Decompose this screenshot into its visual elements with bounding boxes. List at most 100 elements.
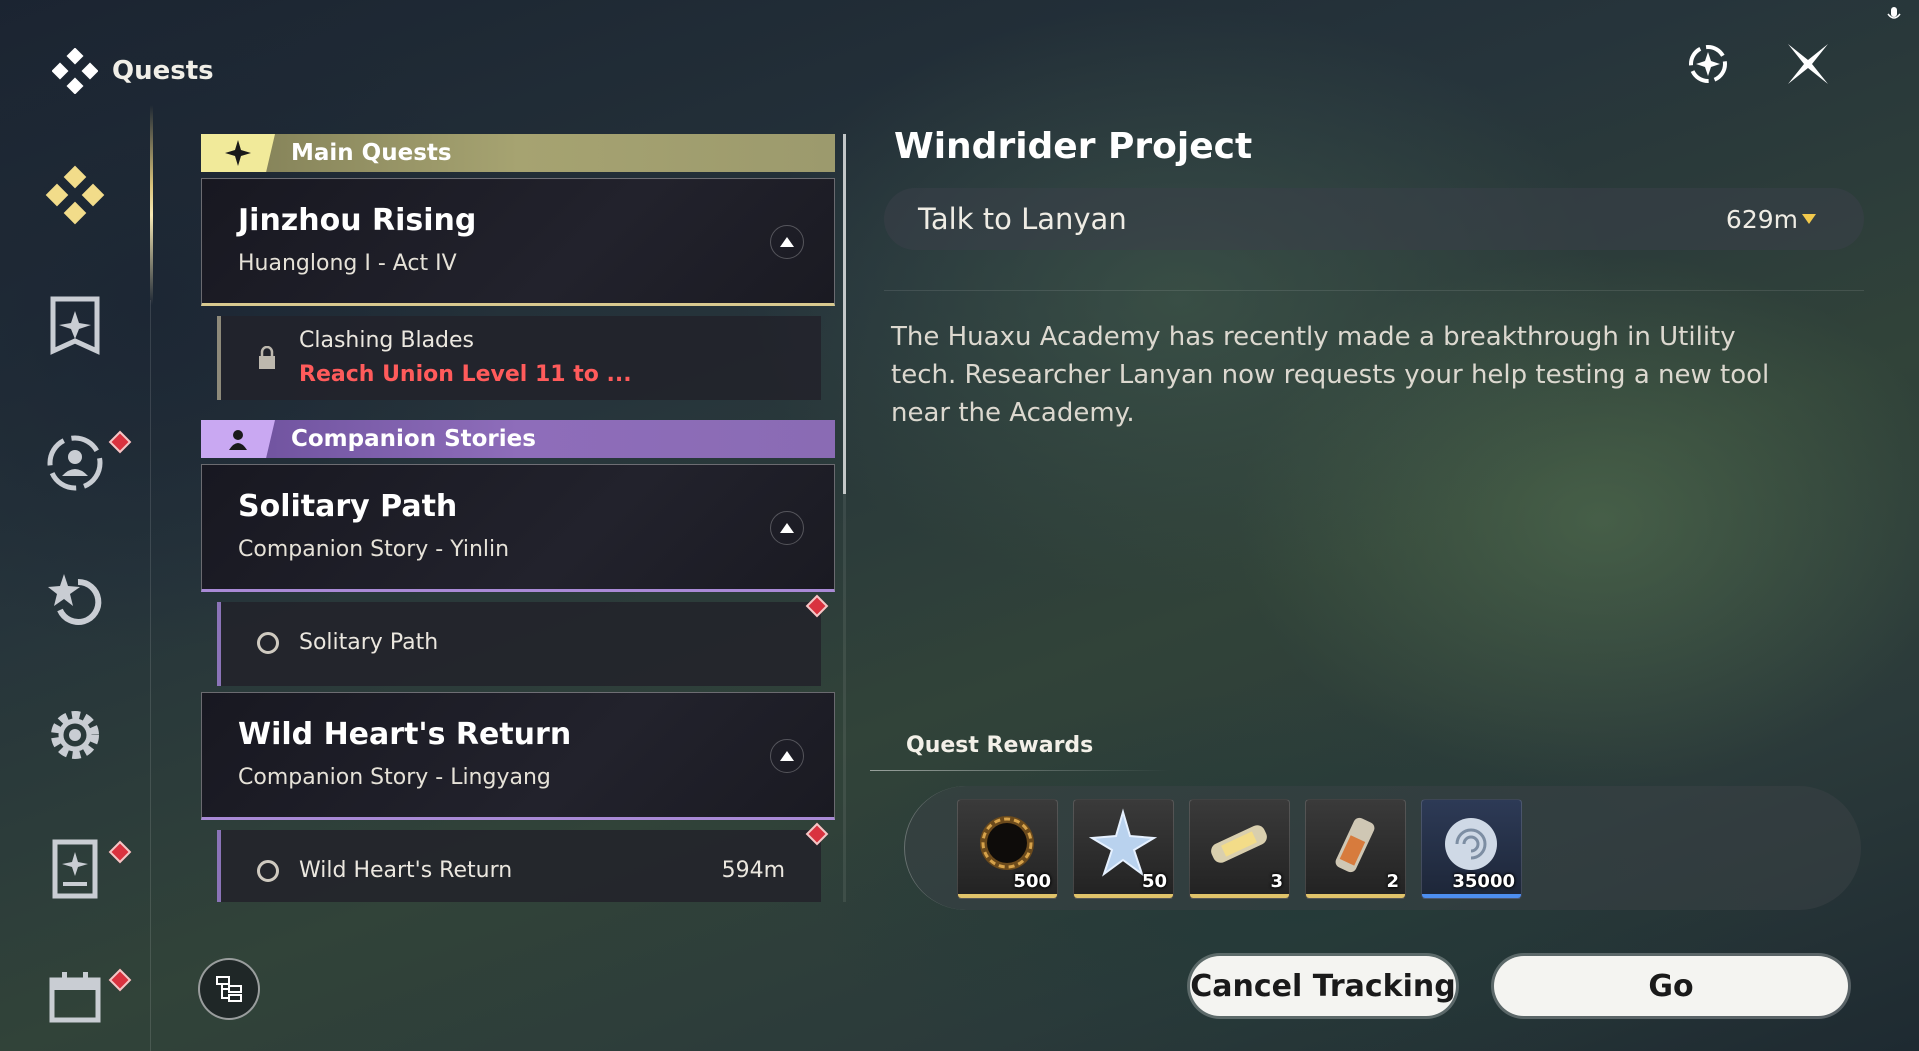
compass-target-icon <box>1689 45 1727 83</box>
companion-badge <box>201 420 275 458</box>
quest-tree-button[interactable] <box>198 958 260 1020</box>
go-button[interactable]: Go <box>1494 956 1848 1016</box>
quest-subtitle: Companion Story - Lingyang <box>238 765 551 790</box>
banner-shield-icon <box>50 296 100 355</box>
quest-card-wild-hearts-return[interactable]: Wild Heart's Return Companion Story - Li… <box>201 692 835 820</box>
subquest-wild-hearts-return[interactable]: Wild Heart's Return 594m <box>217 822 829 902</box>
alert-dot <box>108 840 132 864</box>
new-dot <box>805 594 829 618</box>
status-ring-icon <box>257 632 279 654</box>
tree-view-icon <box>216 976 242 1002</box>
quests-header: Quests <box>52 48 214 94</box>
quest-subtitle: Huanglong I - Act IV <box>238 251 457 276</box>
sidebar <box>0 120 150 1051</box>
sidebar-item-main-quests[interactable] <box>40 292 110 362</box>
quest-card-solitary-path[interactable]: Solitary Path Companion Story - Yinlin <box>201 464 835 592</box>
rewards-heading: Quest Rewards <box>906 733 1094 758</box>
rarity-bar <box>958 894 1057 898</box>
four-point-star-icon <box>225 140 251 166</box>
shell-credit-icon <box>1445 818 1497 870</box>
sidebar-divider <box>150 300 151 1051</box>
quest-title: Jinzhou Rising <box>238 203 477 238</box>
objective-text: Talk to Lanyan <box>918 202 1127 236</box>
subquest-title: Clashing Blades <box>299 328 475 353</box>
reward-item[interactable]: 3 <box>1189 799 1290 899</box>
rewards-underline <box>870 770 1170 771</box>
quest-card-jinzhou-rising[interactable]: Jinzhou Rising Huanglong I - Act IV <box>201 178 835 306</box>
cancel-tracking-button[interactable]: Cancel Tracking <box>1190 956 1456 1016</box>
category-label: Main Quests <box>291 140 452 166</box>
potion-vial-icon <box>1335 817 1375 873</box>
page-title: Quests <box>112 56 214 86</box>
quest-subtitle: Companion Story - Yinlin <box>238 537 510 562</box>
quests-icon <box>52 48 98 94</box>
reward-item[interactable]: 35000 <box>1421 799 1522 899</box>
caret-down-icon <box>1802 214 1816 224</box>
alert-dot <box>108 968 132 992</box>
rarity-bar <box>1074 894 1173 898</box>
chevron-up-icon <box>780 237 794 247</box>
alert-dot <box>108 430 132 454</box>
category-label: Companion Stories <box>291 426 536 452</box>
black-core-icon <box>980 816 1034 870</box>
collapse-chevron[interactable] <box>770 511 804 545</box>
scrollbar-thumb[interactable] <box>843 134 846 494</box>
quest-list: Main Quests Jinzhou Rising Huanglong I -… <box>201 134 835 902</box>
rarity-bar <box>1190 894 1289 898</box>
subquest-requirement: Reach Union Level 11 to ... <box>299 362 632 387</box>
main-quest-badge <box>201 134 275 172</box>
companion-icon <box>47 435 103 491</box>
divider <box>884 290 1864 291</box>
subquest-solitary-path[interactable]: Solitary Path <box>217 594 829 686</box>
objective-distance: 629m <box>1725 204 1798 234</box>
chevron-up-icon <box>780 523 794 533</box>
subquest-distance: 594m <box>721 858 785 883</box>
reward-count: 2 <box>1386 871 1399 892</box>
status-ring-icon <box>257 860 279 882</box>
rarity-bar <box>1306 894 1405 898</box>
settings-gear-icon <box>51 711 99 759</box>
category-companion-stories[interactable]: Companion Stories <box>201 420 835 458</box>
star-return-icon <box>48 574 102 625</box>
sidebar-item-calendar[interactable] <box>40 962 132 1032</box>
quests-icon <box>45 165 105 225</box>
quest-description: The Huaxu Academy has recently made a br… <box>891 322 1770 428</box>
reward-item[interactable]: 50 <box>1073 799 1174 899</box>
compass-button[interactable] <box>1680 36 1736 92</box>
reward-count: 500 <box>1013 871 1051 892</box>
quest-title: Wild Heart's Return <box>238 717 572 752</box>
quest-title: Solitary Path <box>238 489 458 524</box>
close-icon <box>1788 44 1828 84</box>
energy-cell-icon <box>1211 825 1267 863</box>
person-icon <box>229 430 247 450</box>
lock-icon <box>257 345 277 374</box>
subquest-title: Solitary Path <box>299 630 439 655</box>
quest-objective[interactable]: Talk to Lanyan 629m <box>884 188 1864 250</box>
calendar-icon <box>49 972 101 1023</box>
category-main-quests[interactable]: Main Quests <box>201 134 835 172</box>
new-dot <box>805 822 829 846</box>
crystal-star-icon <box>1088 808 1158 877</box>
reward-item[interactable]: 500 <box>957 799 1058 899</box>
rewards-list: 500 50 3 2 35000 <box>957 799 1522 899</box>
chevron-up-icon <box>780 751 794 761</box>
close-button[interactable] <box>1780 36 1836 92</box>
rarity-bar <box>1422 894 1521 898</box>
reward-count: 35000 <box>1452 871 1515 892</box>
sidebar-item-companion[interactable] <box>40 428 132 498</box>
sidebar-item-favor[interactable] <box>40 564 110 634</box>
sidebar-item-quests[interactable] <box>40 160 110 230</box>
journal-icon <box>52 839 98 899</box>
subquest-clashing-blades[interactable]: Clashing Blades Reach Union Level 11 to … <box>217 316 821 400</box>
reward-item[interactable]: 2 <box>1305 799 1406 899</box>
reward-count: 3 <box>1270 871 1283 892</box>
collapse-chevron[interactable] <box>770 739 804 773</box>
subquest-title: Wild Heart's Return <box>299 858 513 883</box>
sidebar-item-settings[interactable] <box>40 700 110 770</box>
reward-count: 50 <box>1141 871 1167 892</box>
microphone-icon <box>1887 7 1901 19</box>
sidebar-glow-divider <box>150 105 153 305</box>
quest-detail-title: Windrider Project <box>894 126 1253 167</box>
collapse-chevron[interactable] <box>770 225 804 259</box>
sidebar-item-journal[interactable] <box>40 834 132 904</box>
